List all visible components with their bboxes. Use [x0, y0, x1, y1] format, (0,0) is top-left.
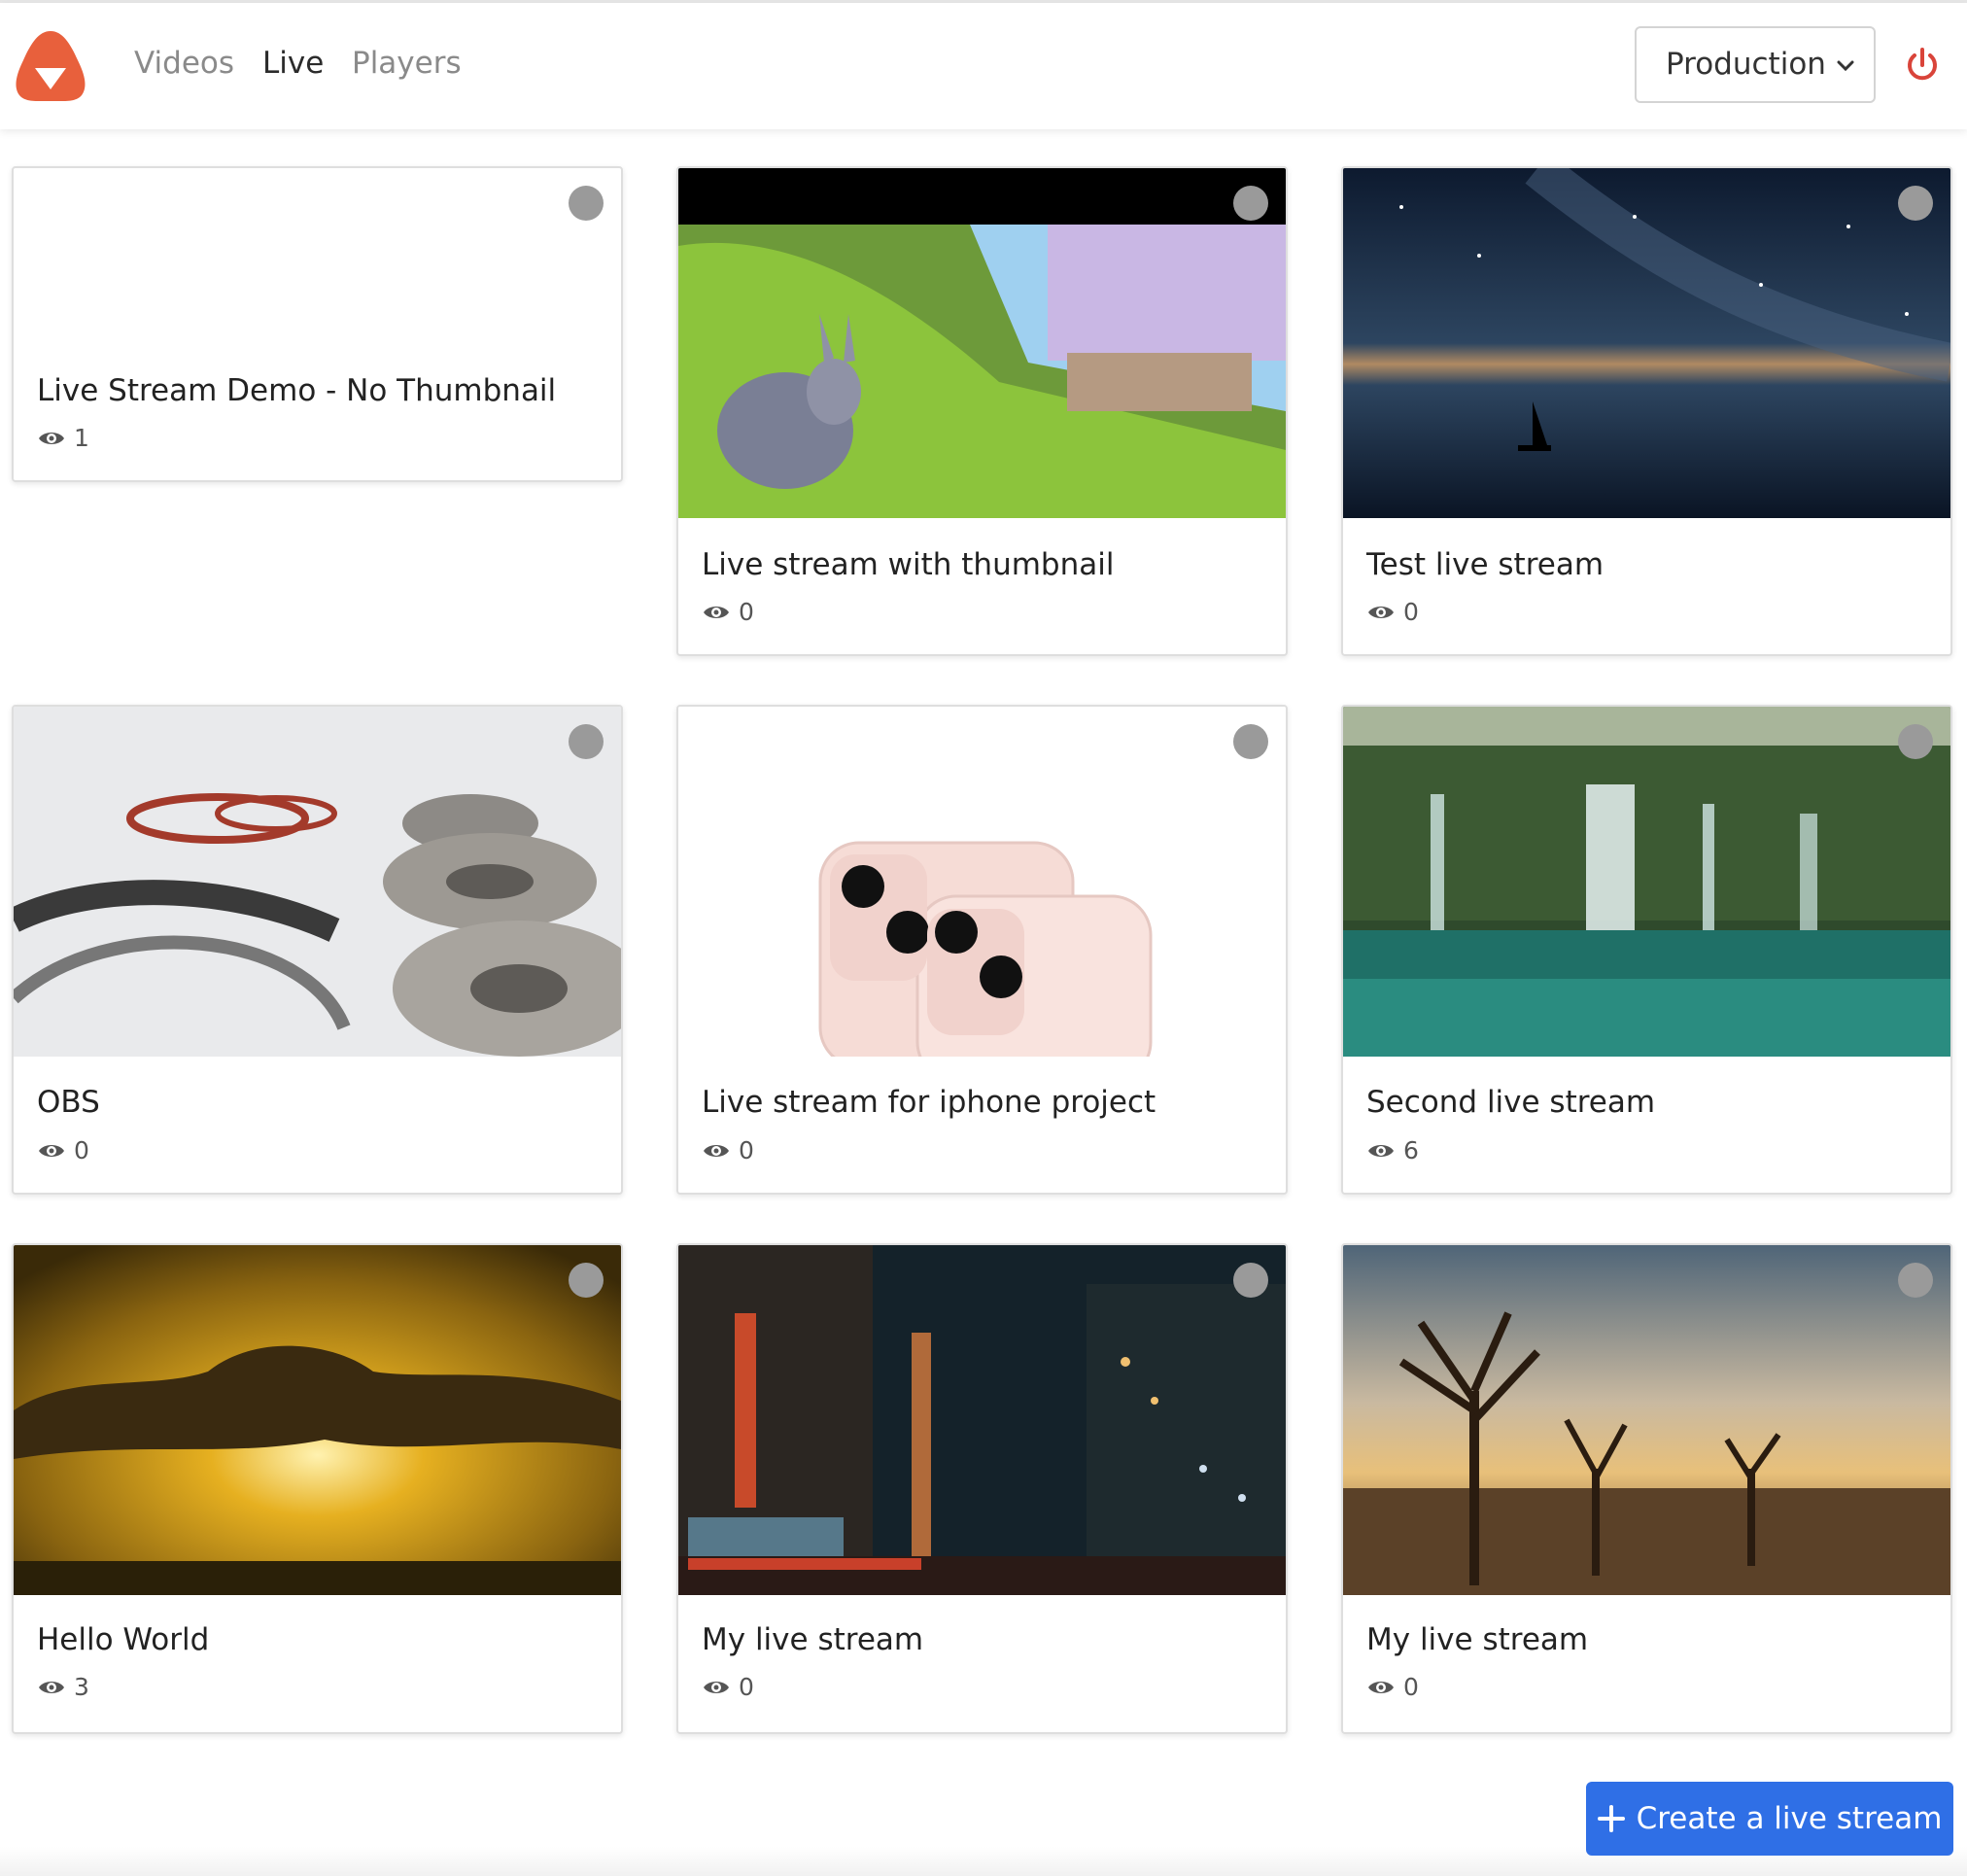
stream-title: Second live stream [1366, 1085, 1656, 1120]
stream-thumbnail [678, 168, 1286, 518]
view-count-value: 0 [739, 1673, 754, 1701]
stream-title: My live stream [1366, 1622, 1589, 1657]
view-count: 0 [1366, 1673, 1419, 1701]
thumbnail-image [14, 707, 621, 1057]
plus-icon [1597, 1805, 1625, 1832]
view-count-value: 3 [74, 1673, 89, 1701]
stream-title: Live stream with thumbnail [702, 547, 1115, 582]
thumbnail-image [678, 168, 1286, 518]
stream-title: Test live stream [1366, 547, 1605, 582]
thumbnail-image [1343, 168, 1950, 518]
app-logo-icon[interactable] [12, 27, 89, 105]
nav-videos[interactable]: Videos [134, 46, 234, 81]
view-count: 3 [37, 1673, 89, 1701]
status-indicator [1898, 1263, 1933, 1298]
status-indicator [1233, 724, 1268, 759]
view-count-value: 0 [1403, 598, 1419, 626]
create-button-label: Create a live stream [1636, 1801, 1943, 1836]
status-indicator [1898, 186, 1933, 221]
eye-icon [704, 1144, 729, 1157]
eye-icon [39, 1681, 64, 1693]
view-count: 0 [702, 1673, 754, 1701]
nav-players[interactable]: Players [352, 46, 462, 81]
stream-title: Live stream for iphone project [702, 1085, 1156, 1120]
status-indicator [569, 186, 604, 221]
view-count-value: 1 [74, 424, 89, 452]
view-count-value: 6 [1403, 1136, 1419, 1164]
stream-card[interactable]: Live Stream Demo - No Thumbnail 1 [12, 166, 623, 482]
navbar: Videos Live Players Production [0, 3, 1967, 129]
create-live-stream-button[interactable]: Create a live stream [1586, 1782, 1953, 1856]
stream-thumbnail [1343, 707, 1950, 1057]
stream-thumbnail [678, 707, 1286, 1057]
status-indicator [1233, 186, 1268, 221]
environment-select-value: Production [1666, 47, 1826, 82]
eye-icon [704, 1681, 729, 1693]
stream-card[interactable]: Second live stream 6 [1341, 705, 1952, 1195]
status-indicator [1898, 724, 1933, 759]
environment-select[interactable]: Production [1635, 26, 1876, 103]
thumbnail-image [1343, 1245, 1950, 1595]
stream-card[interactable]: Test live stream 0 [1341, 166, 1952, 656]
eye-icon [704, 606, 729, 618]
view-count-value: 0 [1403, 1673, 1419, 1701]
stream-card[interactable]: Live stream for iphone project 0 [676, 705, 1288, 1195]
stream-title: OBS [37, 1085, 100, 1120]
stream-card[interactable]: My live stream 0 [676, 1243, 1288, 1734]
thumbnail-image [678, 707, 1286, 1057]
nav-live[interactable]: Live [262, 46, 324, 81]
eye-icon [39, 432, 64, 444]
stream-thumbnail [14, 707, 621, 1057]
stream-card[interactable]: Hello World 3 [12, 1243, 623, 1734]
view-count: 0 [37, 1136, 89, 1164]
view-count-value: 0 [739, 598, 754, 626]
stream-card[interactable]: OBS 0 [12, 705, 623, 1195]
power-icon[interactable] [1903, 46, 1942, 85]
eye-icon [1368, 1681, 1394, 1693]
stream-title: Live Stream Demo - No Thumbnail [37, 373, 557, 408]
view-count: 6 [1366, 1136, 1419, 1164]
eye-icon [1368, 1144, 1394, 1157]
eye-icon [39, 1144, 64, 1157]
thumbnail-image [1343, 707, 1950, 1057]
stream-card[interactable]: Live stream with thumbnail 0 [676, 166, 1288, 656]
status-indicator [1233, 1263, 1268, 1298]
stream-thumbnail [1343, 168, 1950, 518]
view-count: 0 [702, 1136, 754, 1164]
view-count: 1 [37, 424, 89, 452]
stream-thumbnail [14, 1245, 621, 1595]
stream-title: Hello World [37, 1622, 210, 1657]
view-count: 0 [1366, 598, 1419, 626]
status-indicator [569, 724, 604, 759]
eye-icon [1368, 606, 1394, 618]
thumbnail-image [678, 1245, 1286, 1595]
stream-thumbnail [1343, 1245, 1950, 1595]
stream-title: My live stream [702, 1622, 924, 1657]
view-count-value: 0 [739, 1136, 754, 1164]
view-count-value: 0 [74, 1136, 89, 1164]
view-count: 0 [702, 598, 754, 626]
chevron-down-icon [1837, 60, 1854, 72]
status-indicator [569, 1263, 604, 1298]
stream-thumbnail [678, 1245, 1286, 1595]
thumbnail-image [14, 1245, 621, 1595]
stream-card[interactable]: My live stream 0 [1341, 1243, 1952, 1734]
